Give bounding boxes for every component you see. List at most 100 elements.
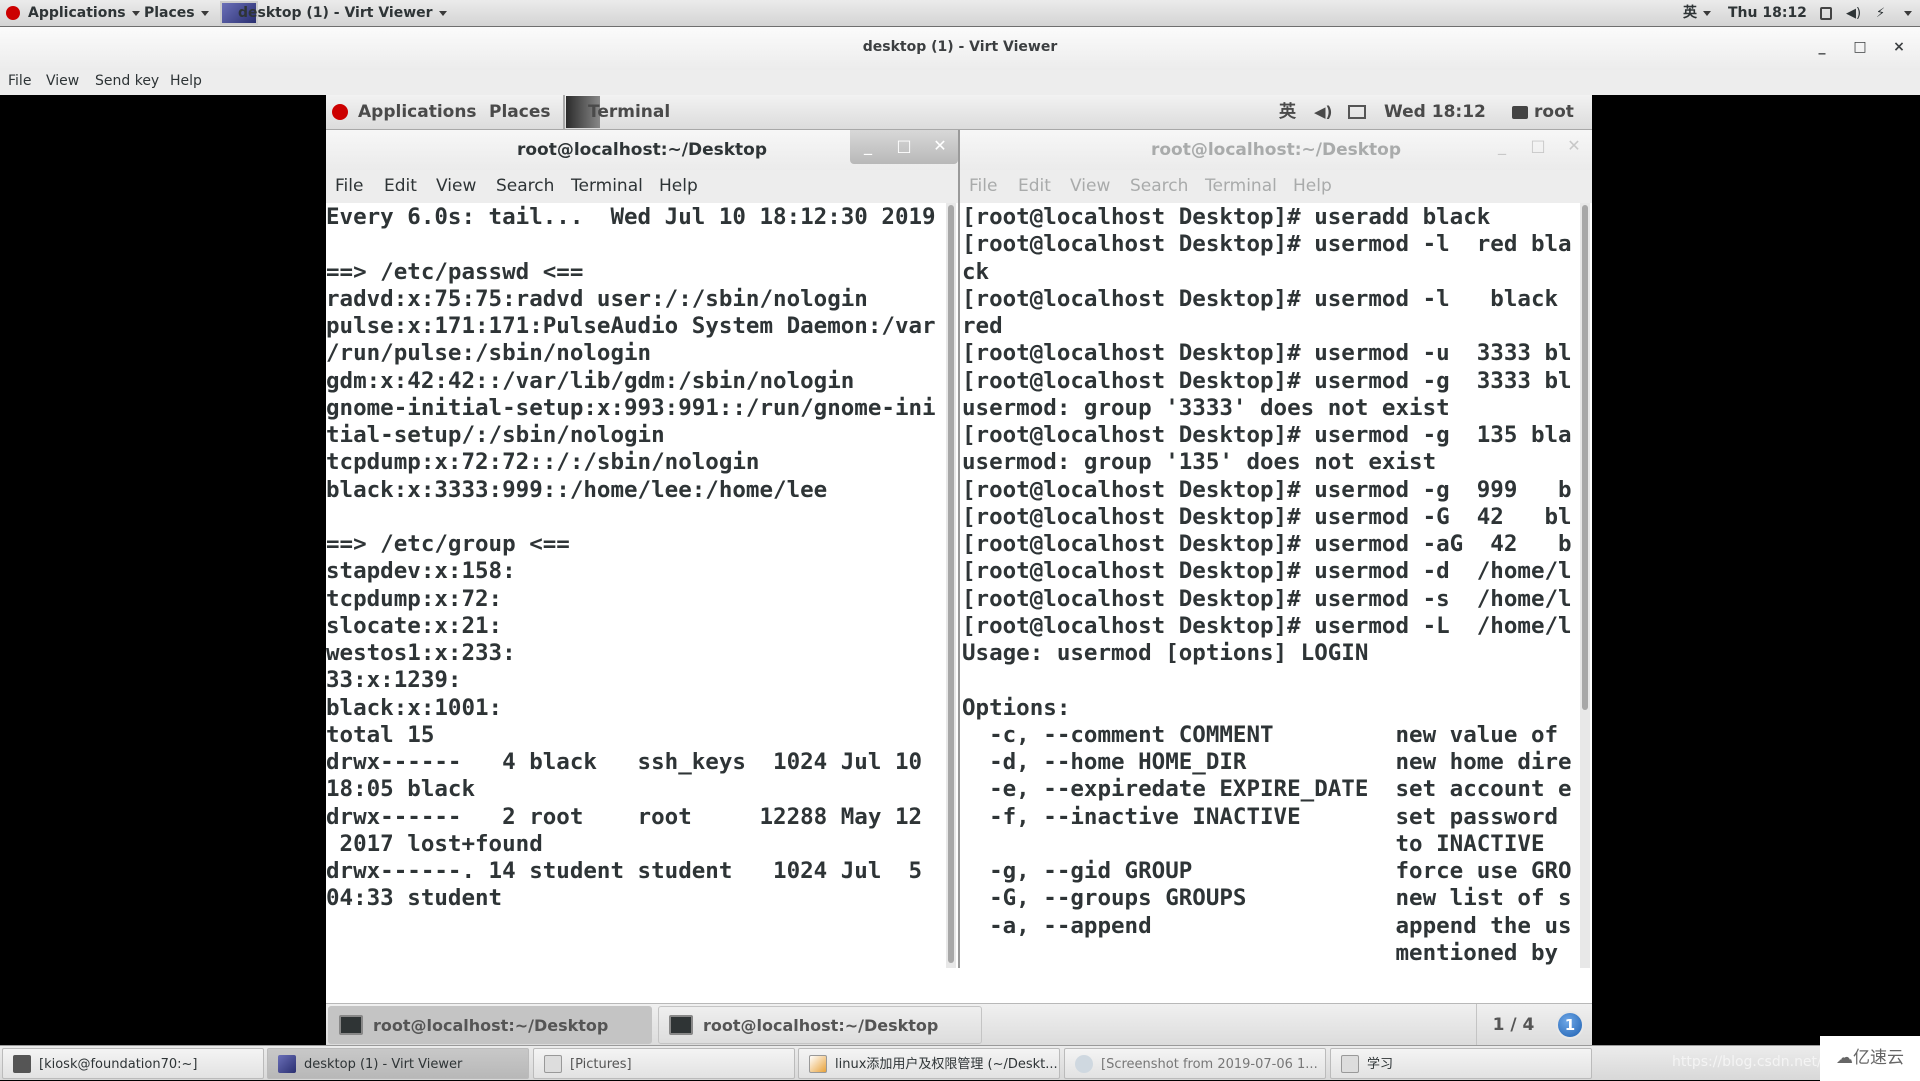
maximize-button[interactable]: □ (1520, 130, 1556, 164)
right-terminal-window[interactable]: root@localhost:~/Desktop _ □ ✕ File Edit… (958, 130, 1592, 968)
terminal-line: mentioned by (962, 939, 1559, 966)
terminal-line: [root@localhost Desktop]# usermod -aG 42… (962, 531, 1572, 557)
separator (563, 95, 565, 130)
menu-help[interactable]: Help (1293, 170, 1332, 203)
system-menu-chevron-icon[interactable] (1898, 0, 1912, 27)
guest-applications-menu[interactable]: Applications (358, 95, 477, 130)
host-top-panel: Applications Places desktop (1) - Virt V… (0, 0, 1920, 27)
notification-badge[interactable]: 1 (1556, 1011, 1584, 1039)
guest-volume-icon[interactable]: ◀) (1314, 95, 1332, 130)
redhat-logo-icon (6, 0, 20, 27)
virt-viewer-titlebar: desktop (1) - Virt Viewer _ □ × (0, 27, 1920, 70)
clock[interactable]: Thu 18:12 (1728, 0, 1807, 27)
terminal-line: ck (962, 258, 990, 285)
places-menu[interactable]: Places (144, 0, 209, 27)
terminal-line: drwx------ 4 black ssh_keys 1024 Jul 10 (326, 749, 923, 775)
terminal-line: -G, --groups GROUPS new list of s (962, 885, 1572, 912)
folder-icon (544, 1055, 562, 1073)
battery-icon[interactable]: ⚡ (1876, 0, 1885, 27)
terminal-line: 2017 lost+found (326, 830, 543, 857)
host-task-pictures[interactable]: [Pictures] (533, 1048, 795, 1079)
right-terminal-scrollbar[interactable] (1580, 203, 1590, 968)
menu-view[interactable]: View (436, 170, 476, 203)
left-terminal-output[interactable]: Every 6.0s: tail... Wed Jul 10 18:12:30 … (326, 203, 958, 968)
terminal-line: 18:05 black (326, 776, 476, 803)
scrollbar-thumb[interactable] (948, 205, 954, 963)
terminal-line: /run/pulse:/sbin/nologin (326, 340, 652, 367)
terminal-line: [root@localhost Desktop]# usermod -d /ho… (962, 558, 1572, 585)
maximize-button[interactable]: □ (1845, 27, 1875, 67)
terminal-line: -g, --gid GROUP force use GRO (962, 858, 1572, 884)
terminal-line: [root@localhost Desktop]# usermod -g 333… (962, 367, 1572, 394)
menu-help[interactable]: Help (170, 70, 202, 92)
active-window-menu[interactable]: desktop (1) - Virt Viewer (220, 0, 447, 27)
redhat-logo-icon (332, 95, 348, 130)
menu-help[interactable]: Help (659, 170, 698, 203)
host-task-screenshot-viewer[interactable]: [Screenshot from 2019-07-06 1... (1064, 1048, 1326, 1079)
menu-file[interactable]: File (335, 170, 363, 203)
guest-display[interactable]: Applications Places Terminal 英 ◀) Wed 18… (326, 95, 1592, 1045)
chevron-down-icon (131, 10, 140, 16)
host-task-kiosk-terminal[interactable]: [kiosk@foundation70:~] (2, 1048, 264, 1079)
right-terminal-output[interactable]: [root@localhost Desktop]# useradd black[… (960, 203, 1592, 968)
menu-view[interactable]: View (46, 70, 79, 92)
screen-icon[interactable] (1820, 0, 1832, 27)
menu-terminal[interactable]: Terminal (1205, 170, 1277, 203)
menu-view[interactable]: View (1070, 170, 1110, 203)
guest-user-menu[interactable]: root (1534, 95, 1574, 130)
terminal-line: -f, --inactive INACTIVE set password (962, 803, 1559, 830)
guest-task-terminal-1[interactable]: root@localhost:~/Desktop (328, 1006, 652, 1044)
task-label: linux添加用户及权限管理 (~/Deskt... (835, 1057, 1058, 1072)
guest-top-panel: Applications Places Terminal 英 ◀) Wed 18… (326, 95, 1592, 130)
folder-icon (1341, 1055, 1359, 1073)
input-method-indicator[interactable]: 英 (1683, 0, 1711, 27)
close-button[interactable]: × (1884, 27, 1914, 67)
terminal-line: [root@localhost Desktop]# usermod -g 135… (962, 422, 1572, 448)
left-terminal-window[interactable]: root@localhost:~/Desktop _ □ ✕ File Edit… (326, 130, 958, 968)
menu-file[interactable]: File (8, 70, 31, 92)
close-button[interactable]: ✕ (922, 130, 958, 164)
menu-file[interactable]: File (969, 170, 997, 203)
host-task-text-editor[interactable]: linux添加用户及权限管理 (~/Deskt... (798, 1048, 1060, 1079)
menu-edit[interactable]: Edit (1018, 170, 1051, 203)
terminal-line: drwx------ 2 root root 12288 May 12 (326, 803, 923, 830)
menu-search[interactable]: Search (496, 170, 554, 203)
terminal-line: [root@localhost Desktop]# usermod -l red… (962, 231, 1572, 258)
minimize-button[interactable]: _ (1807, 27, 1837, 67)
maximize-button[interactable]: □ (886, 130, 922, 164)
task-label: 学习 (1367, 1057, 1394, 1072)
host-task-study-folder[interactable]: 学习 (1330, 1048, 1592, 1079)
scrollbar-thumb[interactable] (1582, 205, 1588, 710)
brand-label: 亿速云 (1853, 1048, 1904, 1068)
terminal-line: slocate:x:21: (326, 612, 503, 639)
left-terminal-scrollbar[interactable] (946, 203, 956, 968)
host-task-virt-viewer[interactable]: desktop (1) - Virt Viewer (267, 1048, 529, 1079)
terminal-line: [root@localhost Desktop]# useradd black (962, 204, 1491, 230)
terminal-line: usermod: group '3333' does not exist (962, 394, 1450, 421)
guest-task-terminal-2[interactable]: root@localhost:~/Desktop (658, 1006, 982, 1044)
guest-clock[interactable]: Wed 18:12 (1384, 95, 1486, 130)
guest-input-method[interactable]: 英 (1279, 95, 1296, 130)
menu-search[interactable]: Search (1130, 170, 1188, 203)
minimize-button[interactable]: _ (850, 130, 886, 164)
terminal-line: ==> /etc/passwd <== (326, 258, 584, 285)
minimize-button[interactable]: _ (1484, 130, 1520, 164)
workspace-indicator[interactable]: 1 / 4 (1476, 1004, 1550, 1045)
terminal-line: -e, --expiredate EXPIRE_DATE set account… (962, 776, 1572, 803)
close-button[interactable]: ✕ (1556, 130, 1592, 164)
guest-terminal-menu[interactable]: Terminal (588, 95, 670, 130)
chevron-down-icon (200, 10, 209, 16)
terminal-line: 04:33 student (326, 885, 503, 912)
menu-edit[interactable]: Edit (384, 170, 417, 203)
terminal-line: -a, --append append the us (962, 912, 1572, 939)
guest-network-icon[interactable] (1348, 95, 1366, 130)
guest-places-menu[interactable]: Places (489, 95, 550, 130)
volume-icon[interactable]: ◀) (1846, 0, 1861, 27)
left-terminal-title: root@localhost:~/Desktop (516, 140, 768, 160)
menu-send-key[interactable]: Send key (95, 70, 159, 92)
magnifier-icon (1075, 1055, 1093, 1073)
menu-terminal[interactable]: Terminal (571, 170, 643, 203)
applications-menu[interactable]: Applications (28, 0, 140, 27)
